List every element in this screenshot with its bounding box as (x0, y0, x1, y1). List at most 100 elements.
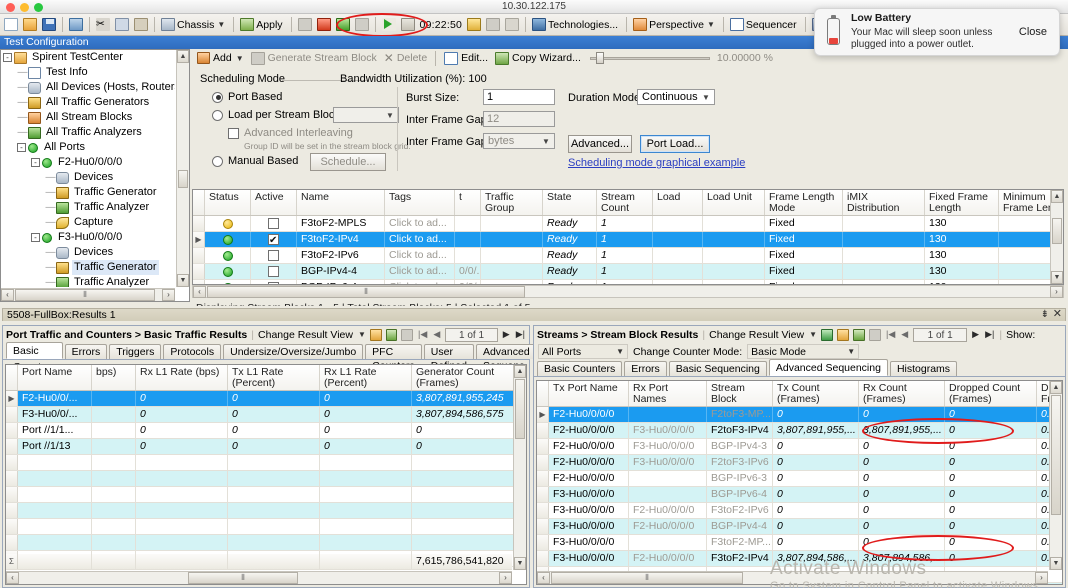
low-battery-notification[interactable]: Low Battery Your Mac will sleep soon unl… (814, 8, 1060, 56)
export-results-icon[interactable] (853, 329, 865, 341)
tree-item[interactable]: -All Ports (1, 140, 175, 155)
column-header[interactable]: Stream Block (707, 381, 773, 406)
inter-frame-gap-value[interactable]: 12 (483, 111, 555, 127)
column-header[interactable]: Load (653, 190, 703, 215)
active-checkbox[interactable] (268, 250, 279, 261)
row-selector[interactable] (6, 407, 18, 422)
scroll-down-button[interactable]: ▼ (514, 557, 526, 570)
column-header[interactable]: Rx L1 Rate (bps) (136, 365, 228, 390)
scrollbar-thumb[interactable]: ⦀ (551, 572, 743, 584)
scrollbar-thumb[interactable]: ⦀ (15, 289, 155, 301)
table-row[interactable]: Port //1/1...00000 (6, 423, 526, 439)
stop-devices-button[interactable] (353, 16, 371, 34)
stream-results-grid[interactable]: Tx Port NameRx Port NamesStream BlockTx … (536, 380, 1063, 585)
column-header[interactable]: State (543, 190, 597, 215)
prev-page-button[interactable]: ◀ (432, 329, 441, 340)
table-row[interactable]: F3-Hu0/0/0/0F3toF2-MP...0000.0000 (537, 535, 1062, 551)
copy-button[interactable] (113, 16, 131, 34)
table-row[interactable]: F2-Hu0/0/0/0F3-Hu0/0/0/0F2toF3-IPv43,807… (537, 423, 1062, 439)
scroll-up-button[interactable]: ▲ (514, 365, 526, 378)
save-config-button[interactable] (67, 16, 85, 34)
tab-pfc-counters[interactable]: PFC Counters (365, 344, 422, 359)
column-header[interactable]: Tx Count (Frames) (773, 381, 859, 406)
inter-frame-gap-unit-combo[interactable]: bytes ▼ (483, 133, 555, 149)
tab-advanced-sequencing[interactable]: Advanced Sequencing (769, 359, 888, 376)
scroll-left-button[interactable]: ‹ (537, 572, 550, 584)
table-row-empty[interactable] (6, 455, 526, 471)
tree-item[interactable]: —Traffic Generator (1, 260, 175, 275)
scroll-down-button[interactable]: ▼ (1051, 271, 1063, 284)
test-configuration-tree[interactable]: -Spirent TestCenter—Test Info—All Device… (0, 49, 190, 302)
tab-protocols[interactable]: Protocols (163, 344, 221, 359)
load-per-stream-block-combo[interactable]: ▼ (333, 107, 399, 123)
row-selector[interactable] (537, 471, 549, 486)
table-row[interactable]: F3-Hu0/0/...0003,807,894,586,5753,807 (6, 407, 526, 423)
port-results-vertical-scrollbar[interactable]: ▲ ▼ (513, 365, 526, 570)
scrollbar-thumb[interactable] (1051, 395, 1061, 515)
stream-results-vertical-scrollbar[interactable]: ▲ ▼ (1049, 381, 1062, 570)
stream-grid-horizontal-scrollbar[interactable]: ‹ ⦀ › (192, 285, 1064, 298)
tree-item[interactable]: -Spirent TestCenter (1, 50, 175, 65)
column-header[interactable]: Tags (385, 190, 455, 215)
chassis-menu-button[interactable]: Chassis ▼ (159, 16, 229, 34)
tree-vertical-scrollbar[interactable]: ▲ ▼ (176, 50, 189, 287)
paste-button[interactable] (132, 16, 150, 34)
stop-traffic-button[interactable] (399, 16, 417, 34)
tree-expander[interactable]: - (31, 233, 40, 242)
scroll-down-button[interactable]: ▼ (177, 274, 189, 287)
row-selector[interactable] (6, 487, 18, 502)
scroll-up-button[interactable]: ▲ (177, 50, 189, 63)
table-row[interactable]: F3-Hu0/0/0/0F2-Hu0/0/0/0F3toF2-IPv60000.… (537, 503, 1062, 519)
port-results-horizontal-scrollbar[interactable]: ‹ ⦀ › (6, 571, 512, 584)
load-per-stream-block-radio[interactable]: Load per Stream Block (212, 109, 340, 121)
tab-basic-counters[interactable]: Basic Counters (537, 361, 622, 376)
column-header[interactable]: Port Name (18, 365, 92, 390)
tree-item[interactable]: —All Stream Blocks (1, 110, 175, 125)
port-results-grid-body[interactable]: ▶F2-Hu0/0/...0003,807,891,955,2453,807F3… (6, 391, 526, 567)
tree-item[interactable]: -F2-Hu0/0/0/0 (1, 155, 175, 170)
tab-basic-sequencing[interactable]: Basic Sequencing (669, 361, 767, 376)
copy-results-icon[interactable] (869, 329, 881, 341)
tab-undersize-oversize-jumbo[interactable]: Undersize/Oversize/Jumbo (223, 344, 363, 359)
tree-item[interactable]: —All Devices (Hosts, Routers, ...) (1, 80, 175, 95)
tab-user-defined[interactable]: User Defined (424, 344, 474, 359)
table-row[interactable]: F3toF2-MPLSClick to ad...Ready1Fixed130 (193, 216, 1063, 232)
column-header[interactable]: iMIX Distribution (843, 190, 925, 215)
copy-wizard-button[interactable]: Copy Wizard... (493, 52, 583, 65)
stream-grid-body[interactable]: F3toF2-MPLSClick to ad...Ready1Fixed130▶… (193, 216, 1063, 285)
row-selector[interactable] (6, 519, 18, 534)
edit-stream-block-button[interactable]: Edit... (442, 52, 490, 65)
tree-item[interactable]: —Devices (1, 245, 175, 260)
new-button[interactable] (2, 16, 20, 34)
manual-based-radio[interactable]: Manual Based (212, 155, 298, 167)
column-header[interactable]: Stream Count (597, 190, 653, 215)
scroll-left-button[interactable]: ‹ (193, 286, 206, 298)
tab-histograms[interactable]: Histograms (890, 361, 957, 376)
tree-expander[interactable]: - (3, 53, 12, 62)
tree-item[interactable]: —Devices (1, 170, 175, 185)
table-row[interactable]: ▶F2-Hu0/0/...0003,807,891,955,2453,807 (6, 391, 526, 407)
add-result-view-icon[interactable] (370, 329, 382, 341)
add-stream-block-button[interactable]: Add ▼ (195, 52, 246, 64)
next-page-button[interactable]: ▶ (971, 329, 980, 340)
row-selector[interactable] (537, 519, 549, 534)
port-results-grid[interactable]: Port Namebps)Rx L1 Rate (bps)Tx L1 Rate … (5, 364, 527, 585)
table-row[interactable]: F2-Hu0/0/0/0BGP-IPv6-30000.0000 (537, 471, 1062, 487)
scroll-left-button[interactable]: ‹ (6, 572, 19, 584)
first-page-button[interactable]: |◀ (417, 329, 428, 340)
table-row[interactable]: F3toF2-IPv6Click to ad...Ready1Fixed130 (193, 248, 1063, 264)
column-header[interactable]: Fixed Frame Length (925, 190, 999, 215)
row-selector[interactable] (193, 216, 205, 231)
active-checkbox[interactable] (268, 234, 279, 245)
scroll-up-button[interactable]: ▲ (1050, 381, 1062, 394)
row-selector[interactable] (6, 503, 18, 518)
port-filter-combo[interactable]: All Ports ▼ (538, 344, 628, 359)
tree-horizontal-scrollbar[interactable]: ‹ ⦀ › (1, 288, 175, 301)
change-result-view-button[interactable]: Change Result View (258, 329, 353, 341)
capture-start-button[interactable] (484, 16, 502, 34)
column-header[interactable]: Rx Port Names (629, 381, 707, 406)
tab-advanced-sequenc[interactable]: Advanced Sequenc (476, 344, 537, 359)
table-row[interactable]: F2-Hu0/0/0/0F3-Hu0/0/0/0F2toF3-IPv60000.… (537, 455, 1062, 471)
table-row-empty[interactable] (6, 487, 526, 503)
active-checkbox[interactable] (268, 266, 279, 277)
